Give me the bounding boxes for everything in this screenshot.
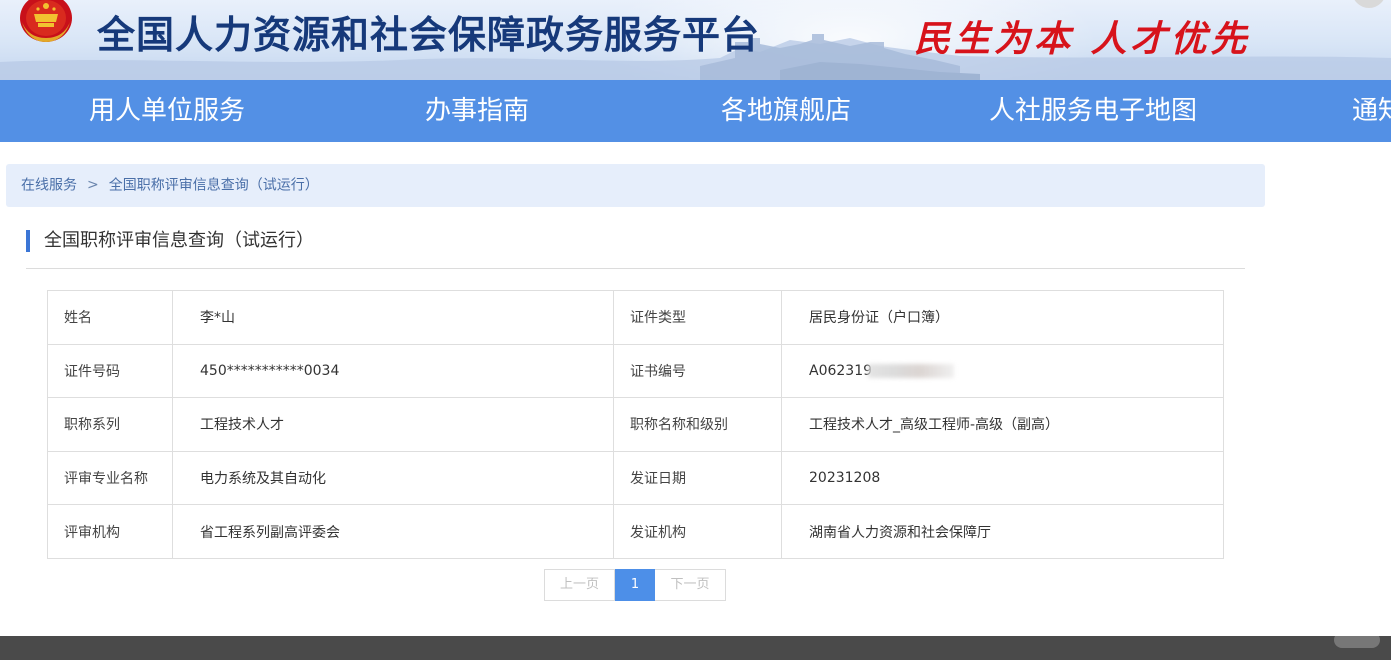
issue-date-label: 发证日期 [613, 450, 782, 506]
specialty-value: 电力系统及其自动化 [172, 450, 614, 506]
nav-item-regional-stores[interactable]: 各地旗舰店 [721, 80, 851, 142]
issuing-authority-value: 湖南省人力资源和社会保障厅 [781, 504, 1224, 559]
slogan: 民生为本 人才优先 [914, 18, 1251, 60]
nav-item-employer-services[interactable]: 用人单位服务 [89, 80, 245, 142]
certificate-info-table: 姓名 李*山 证件类型 居民身份证（户口簿） 证件号码 450*********… [47, 290, 1224, 559]
certificate-number-cell: A062319 [781, 343, 1224, 399]
title-series-value: 工程技术人才 [172, 397, 614, 452]
redacted-blur [868, 363, 955, 378]
title-series-label: 职称系列 [47, 397, 173, 452]
id-type-label: 证件类型 [613, 290, 782, 345]
page-1-button[interactable]: 1 [615, 569, 655, 601]
review-body-label: 评审机构 [47, 504, 173, 559]
next-page-button[interactable]: 下一页 [655, 569, 726, 601]
prev-page-button[interactable]: 上一页 [544, 569, 615, 601]
title-name-level-label: 职称名称和级别 [613, 397, 782, 452]
review-body-value: 省工程系列副高评委会 [172, 504, 614, 559]
id-number-value: 450***********0034 [172, 343, 614, 399]
table-row: 职称系列 工程技术人才 职称名称和级别 工程技术人才_高级工程师-高级（副高） [47, 397, 1224, 452]
national-emblem-icon [20, 0, 72, 42]
name-label: 姓名 [47, 290, 173, 345]
table-row: 姓名 李*山 证件类型 居民身份证（户口簿） [47, 290, 1224, 345]
specialty-label: 评审专业名称 [47, 450, 173, 506]
footer [0, 636, 1391, 660]
pagination: 上一页 1 下一页 [544, 569, 726, 601]
nav-item-service-map[interactable]: 人社服务电子地图 [989, 80, 1197, 142]
table-row: 证件号码 450***********0034 证书编号 A062319 [47, 343, 1224, 399]
main-nav: 用人单位服务 办事指南 各地旗舰店 人社服务电子地图 通知 [0, 80, 1391, 142]
nav-item-service-guide[interactable]: 办事指南 [425, 80, 529, 142]
certificate-number-label: 证书编号 [613, 343, 782, 399]
issue-date-value: 20231208 [781, 450, 1224, 506]
header-banner: 全国人力资源和社会保障政务服务平台 民生为本 人才优先 [0, 0, 1391, 80]
breadcrumb-separator: > [87, 177, 99, 193]
breadcrumb: 在线服务 > 全国职称评审信息查询（试运行） [6, 164, 1265, 207]
table-row: 评审专业名称 电力系统及其自动化 发证日期 20231208 [47, 450, 1224, 506]
title-name-level-value: 工程技术人才_高级工程师-高级（副高） [781, 397, 1224, 452]
divider [26, 268, 1245, 269]
table-row: 评审机构 省工程系列副高评委会 发证机构 湖南省人力资源和社会保障厅 [47, 504, 1224, 559]
breadcrumb-current-page[interactable]: 全国职称评审信息查询（试运行） [109, 178, 319, 194]
name-value: 李*山 [172, 290, 614, 345]
watermark [1334, 632, 1380, 648]
nav-item-notices[interactable]: 通知 [1352, 80, 1391, 142]
id-number-label: 证件号码 [47, 343, 173, 399]
id-type-value: 居民身份证（户口簿） [781, 290, 1224, 345]
breadcrumb-online-services[interactable]: 在线服务 [21, 178, 77, 194]
page-title: 全国职称评审信息查询（试运行） [26, 230, 314, 252]
site-title: 全国人力资源和社会保障政务服务平台 [97, 13, 761, 57]
issuing-authority-label: 发证机构 [613, 504, 782, 559]
certificate-number-value: A062319 [809, 362, 873, 379]
